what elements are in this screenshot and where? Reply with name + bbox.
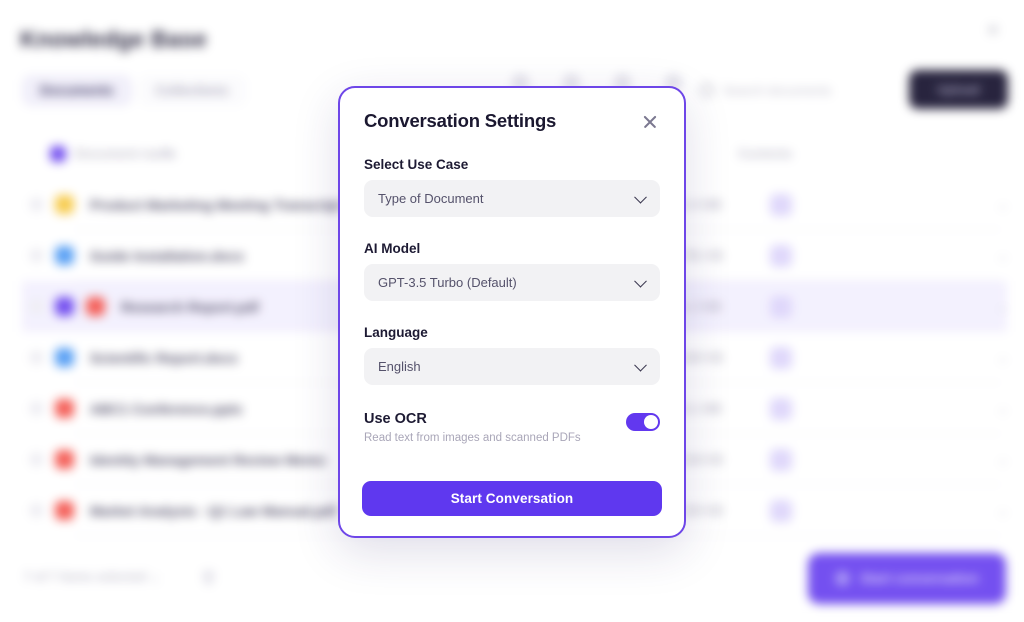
download-icon[interactable]: ⤓ [152, 570, 158, 586]
upload-button[interactable]: Upload [909, 70, 1008, 109]
sort-arrow-icon[interactable]: ⇅ [162, 146, 172, 160]
modal-title: Conversation Settings [364, 110, 557, 131]
select-all-checkbox[interactable] [50, 146, 66, 162]
status-badge [770, 397, 792, 420]
conversation-settings-modal: Conversation Settings Select Use Case Ty… [338, 86, 686, 538]
language-select[interactable]: English [364, 348, 660, 385]
row-menu-icon[interactable]: ⌄ [997, 400, 1009, 417]
row-menu-icon[interactable]: ⌄ [997, 349, 1009, 366]
row-name: ABC1 Conference.pptx [90, 400, 243, 417]
close-icon[interactable]: ✕ [982, 20, 1004, 42]
app-root: Knowledge Base ✕ Documents Collections S… [0, 0, 1024, 622]
row-size: 781 KB [682, 248, 724, 263]
row-checkbox[interactable] [30, 504, 43, 517]
use-ocr-description: Read text from images and scanned PDFs [364, 432, 581, 444]
row-name: Research Report.pdf [121, 298, 259, 315]
start-conversation-button[interactable]: Start Conversation [362, 481, 662, 516]
file-type-icon [55, 450, 74, 469]
row-checkbox[interactable] [30, 453, 43, 466]
file-type-icon [55, 195, 74, 214]
row-size: 918 KB [682, 452, 724, 467]
page-title: Knowledge Base [20, 26, 207, 52]
file-type-icon [55, 501, 74, 520]
row-checkbox[interactable] [30, 249, 43, 262]
row-checkbox[interactable] [30, 198, 43, 211]
row-checkbox[interactable] [30, 351, 43, 364]
chat-icon [835, 571, 851, 586]
row-size: 640 KB [682, 350, 724, 365]
column-header-contents: Contents [738, 147, 793, 161]
toggle-knob [644, 415, 658, 429]
start-conversation-cta[interactable]: Start conversation [808, 553, 1006, 604]
search-input[interactable]: Search documents [700, 74, 900, 106]
search-placeholder: Search documents [723, 82, 832, 98]
selected-indicator-icon [55, 297, 74, 316]
row-name: Market Analysis - Q1 Law Manual.pdf [90, 502, 337, 519]
row-size: 1.2 MB [682, 299, 722, 314]
row-name: Identity Management Review Memo [90, 451, 326, 468]
chevron-down-icon [634, 274, 647, 288]
chevron-down-icon [634, 358, 647, 372]
modal-header: Conversation Settings [364, 110, 660, 132]
upload-button-label: Upload [937, 82, 980, 97]
chevron-down-icon [634, 190, 647, 204]
use-case-select[interactable]: Type of Document [364, 180, 660, 217]
row-checkbox[interactable] [30, 402, 43, 415]
ai-model-select[interactable]: GPT-3.5 Turbo (Default) [364, 264, 660, 301]
row-menu-icon[interactable]: ⌄ [997, 247, 1009, 264]
row-name: Scientific Report.docx [90, 349, 238, 366]
row-name: Guide Installation.docx [90, 247, 245, 264]
status-badge [770, 193, 792, 216]
ai-model-label: AI Model [364, 241, 421, 256]
close-icon[interactable] [640, 112, 660, 132]
use-case-label: Select Use Case [364, 157, 469, 172]
tab-bar: Documents Collections [22, 75, 247, 106]
status-badge [770, 346, 792, 369]
status-badge [770, 295, 792, 318]
column-header-name: Document name [75, 146, 177, 161]
use-case-value: Type of Document [378, 191, 484, 206]
trash-icon[interactable]: 🗑 [200, 570, 217, 586]
file-type-icon [86, 297, 105, 316]
status-badge [770, 244, 792, 267]
row-checkbox[interactable] [30, 300, 43, 313]
use-ocr-setting: Use OCR Read text from images and scanne… [364, 411, 660, 444]
use-ocr-text-block: Use OCR Read text from images and scanne… [364, 411, 581, 444]
language-label: Language [364, 325, 428, 340]
tab-collections[interactable]: Collections [137, 75, 247, 106]
row-menu-icon[interactable]: ⌄ [997, 196, 1009, 213]
status-badge [770, 448, 792, 471]
file-type-icon [55, 246, 74, 265]
row-menu-icon[interactable]: ⌄ [997, 451, 1009, 468]
selection-count: 7 of 7 items selected [24, 570, 147, 584]
row-name: Product Marketing Meeting Transcript [90, 196, 342, 213]
row-size: 2.4 MB [682, 197, 722, 212]
file-type-icon [55, 348, 74, 367]
search-icon [700, 83, 714, 97]
use-ocr-toggle[interactable] [626, 413, 660, 431]
row-size: 3.1 MB [682, 401, 722, 416]
use-ocr-label: Use OCR [364, 411, 427, 427]
ai-model-value: GPT-3.5 Turbo (Default) [378, 275, 517, 290]
row-size: 520 KB [682, 503, 724, 518]
tab-documents[interactable]: Documents [22, 75, 132, 106]
start-conversation-cta-label: Start conversation [860, 571, 979, 586]
status-badge [770, 499, 792, 522]
row-menu-icon[interactable]: ⌄ [997, 298, 1009, 315]
file-type-icon [55, 399, 74, 418]
language-value: English [378, 359, 421, 374]
row-menu-icon[interactable]: ⌄ [997, 502, 1009, 519]
